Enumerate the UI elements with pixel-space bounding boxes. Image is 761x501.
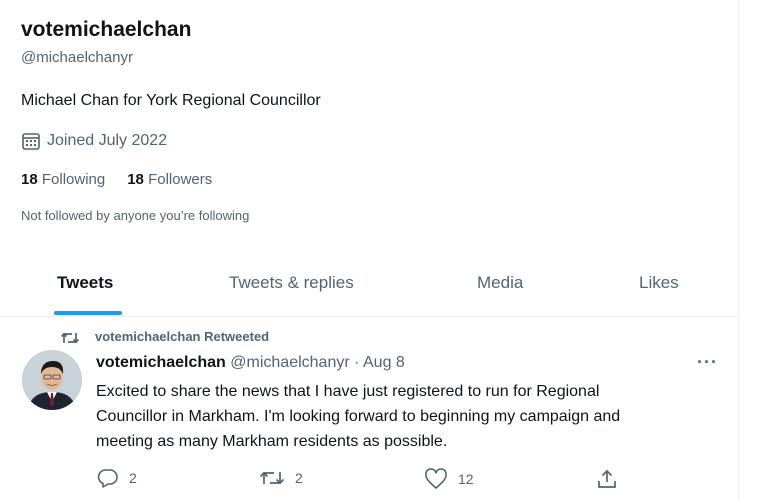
reply-icon (97, 469, 118, 488)
joined-date: Joined July 2022 (21, 131, 167, 151)
tabs-divider (0, 316, 738, 317)
tweet-text-line: meeting as many Markham residents as pos… (96, 433, 448, 450)
avatar[interactable] (22, 350, 82, 410)
retweet-count: 2 (295, 470, 303, 486)
profile-display-name: votemichaelchan (21, 18, 192, 41)
avatar-image (22, 350, 82, 410)
tab-tweets-replies[interactable]: Tweets & replies (229, 273, 354, 293)
retweet-icon (259, 471, 285, 485)
more-icon[interactable]: ··· (697, 352, 718, 373)
retweeted-by-label[interactable]: votemichaelchan Retweeted (95, 329, 269, 344)
tweet-text: Excited to share the news that I have ju… (96, 379, 716, 454)
joined-text: Joined July 2022 (47, 132, 168, 149)
following-label: Following (37, 171, 106, 188)
tweet-text-line: Councillor in Markham. I'm looking forwa… (96, 408, 621, 425)
retweet-button[interactable]: 2 (259, 468, 303, 488)
calendar-icon (22, 133, 40, 150)
like-button[interactable]: 12 (424, 468, 474, 490)
profile-handle: @michaelchanyr (21, 49, 133, 66)
tweet-author-meta: @michaelchanyr · Aug 8 (225, 354, 405, 371)
retweet-icon (60, 332, 80, 344)
share-button[interactable] (596, 468, 628, 490)
reply-count: 2 (129, 470, 137, 486)
tweet-header: votemichaelchan @michaelchanyr · Aug 8 (96, 354, 405, 372)
profile-tabs: Tweets Tweets & replies Media Likes (0, 258, 738, 316)
heart-icon (425, 468, 447, 489)
followers-link[interactable]: 18 Followers (127, 171, 212, 188)
followers-label: Followers (143, 171, 213, 188)
like-count: 12 (458, 471, 474, 487)
following-count: 18 (21, 171, 38, 188)
follow-counts: 18 Following 18 Followers (21, 171, 212, 188)
not-followed-note: Not followed by anyone you’re following (21, 208, 250, 223)
profile-bio: Michael Chan for York Regional Councillo… (21, 92, 321, 109)
reply-button[interactable]: 2 (97, 468, 137, 488)
column-border (738, 0, 739, 501)
tab-likes[interactable]: Likes (639, 273, 679, 293)
active-tab-indicator (54, 311, 122, 315)
following-link[interactable]: 18 Following (21, 171, 105, 188)
tweet-author-name[interactable]: votemichaelchan (96, 354, 226, 371)
followers-count: 18 (127, 171, 144, 188)
share-icon (598, 469, 616, 488)
tab-tweets[interactable]: Tweets (57, 273, 113, 293)
tweet-text-line: Excited to share the news that I have ju… (96, 383, 600, 400)
tab-media[interactable]: Media (477, 273, 523, 293)
